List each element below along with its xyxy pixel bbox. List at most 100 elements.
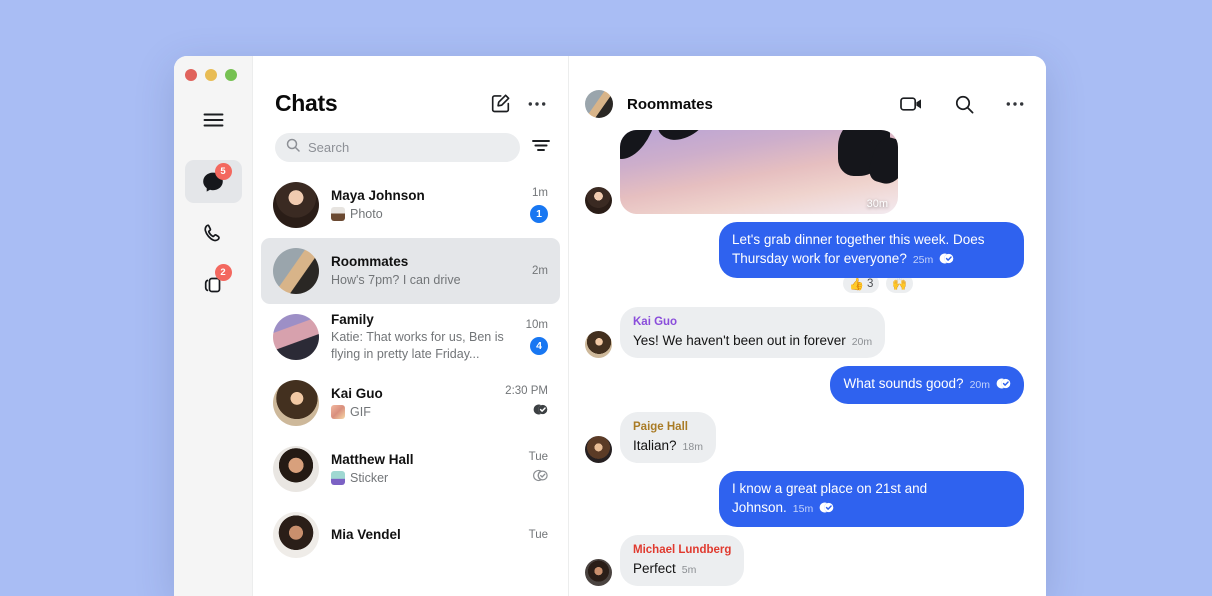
preview-thumbnail-icon xyxy=(331,207,345,222)
message-sender: Kai Guo xyxy=(633,316,678,329)
rail-item-stories[interactable]: 2 xyxy=(185,263,242,303)
message-row-outgoing: I know a great place on 21st and Johnson… xyxy=(585,470,1024,527)
message-row-michael-lundberg: Michael Lundberg Perfect 5m xyxy=(585,534,1024,587)
message-row-outgoing: Let's grab dinner together this week. Do… xyxy=(719,222,1024,279)
search-row xyxy=(253,117,568,162)
page-title: Chats xyxy=(275,90,338,116)
maximize-button[interactable] xyxy=(225,69,237,81)
message-row-paige-hall: Paige Hall Italian? 18m xyxy=(585,411,1024,463)
preview-text: Katie: That works for us, Ben is flying … xyxy=(331,330,504,362)
conversation-name: Kai Guo xyxy=(331,386,383,402)
conversation-preview: Katie: That works for us, Ben is flying … xyxy=(331,329,508,363)
thread-title: Roommates xyxy=(627,95,713,113)
search-input[interactable] xyxy=(308,140,509,155)
message-bubble[interactable]: Michael Lundberg Perfect 5m xyxy=(620,534,745,587)
reaction-count: 3 xyxy=(866,277,874,290)
message-row-kai-guo: Kai Guo Yes! We haven't been out in fore… xyxy=(585,307,1024,359)
message-bubble[interactable]: Paige Hall Italian? 18m xyxy=(620,411,716,463)
unread-badge: 1 xyxy=(530,205,548,223)
filter-icon[interactable] xyxy=(532,139,550,157)
phone-icon xyxy=(202,222,224,244)
raised-hands-icon: 🙌 xyxy=(892,276,908,291)
conversation-time: Tue xyxy=(528,529,548,541)
conversation-item-roommates[interactable]: Roommates How's 7pm? I can drive 2m xyxy=(261,238,560,304)
rail-item-calls[interactable] xyxy=(185,213,242,253)
compose-pencil-icon[interactable] xyxy=(490,93,511,114)
avatar[interactable] xyxy=(585,90,613,118)
close-button[interactable] xyxy=(185,69,197,81)
conversation-time: Tue xyxy=(528,451,548,463)
message-time: 25m xyxy=(912,254,934,267)
message-row-photo: 30m xyxy=(585,130,1024,214)
message-time: 15m xyxy=(792,502,814,515)
thread-header: Roommates xyxy=(569,56,1046,118)
thread-more-icon[interactable] xyxy=(1006,101,1024,107)
message-text: Yes! We haven't been out in forever xyxy=(633,333,846,349)
message-sender: Michael Lundberg xyxy=(633,543,732,556)
chats-unread-badge: 5 xyxy=(214,163,232,180)
read-receipt-icon xyxy=(937,251,954,270)
message-text: What sounds good? xyxy=(843,376,964,392)
stories-badge: 2 xyxy=(214,264,232,281)
message-bubble[interactable]: I know a great place on 21st and Johnson… xyxy=(719,470,1024,527)
window-traffic-lights xyxy=(185,69,237,81)
avatar xyxy=(585,435,612,463)
message-list: 30m Let's grab dinner together this week… xyxy=(569,118,1046,596)
conversation-name: Family xyxy=(331,312,374,328)
preview-text: GIF xyxy=(350,404,371,419)
photo-attachment[interactable]: 30m xyxy=(620,130,898,214)
minimize-button[interactable] xyxy=(205,69,217,81)
thread-panel: Roommates 30m Let's grab dinner together… xyxy=(569,56,1046,596)
message-sender: Paige Hall xyxy=(633,420,688,433)
rail-item-chats[interactable]: 5 xyxy=(184,160,242,203)
avatar xyxy=(585,331,612,359)
conversation-item-maya-johnson[interactable]: Maya Johnson Photo 1m 1 xyxy=(261,172,560,238)
preview-text: Sticker xyxy=(350,470,389,485)
conversation-time: 10m xyxy=(525,319,548,331)
preview-text: How's 7pm? I can drive xyxy=(331,272,461,287)
hamburger-menu-icon xyxy=(203,112,224,128)
photo-timestamp: 30m xyxy=(866,198,888,210)
search-box[interactable] xyxy=(275,133,520,162)
conversation-preview: Sticker xyxy=(331,470,511,487)
thumbs-up-icon: 👍 xyxy=(849,276,864,291)
conversation-item-matthew-hall[interactable]: Matthew Hall Sticker Tue xyxy=(261,436,560,502)
conversation-preview: GIF xyxy=(331,404,487,421)
read-receipt-icon xyxy=(531,403,548,421)
conversation-item-family[interactable]: Family Katie: That works for us, Ben is … xyxy=(261,304,560,370)
conversation-name: Mia Vendel xyxy=(331,526,401,542)
conversation-time: 2m xyxy=(532,265,548,277)
avatar xyxy=(273,248,319,294)
message-time: 20m xyxy=(969,379,990,392)
rail-nav: 5 2 xyxy=(174,100,252,307)
conversation-item-mia-vendel[interactable]: Mia Vendel Tue xyxy=(261,502,560,568)
avatar xyxy=(273,512,319,558)
chat-list-panel: Chats Search Maya Johnson Photo 1m 1 Roo… xyxy=(253,56,569,596)
avatar xyxy=(273,182,319,228)
icon-rail: 5 2 xyxy=(174,56,253,596)
delivered-receipt-icon xyxy=(531,469,548,487)
rail-item-menu[interactable] xyxy=(185,100,242,140)
message-text: Italian? xyxy=(633,437,677,453)
message-bubble[interactable]: Let's grab dinner together this week. Do… xyxy=(719,222,1024,279)
conversation-item-kai-guo[interactable]: Kai Guo GIF 2:30 PM xyxy=(261,370,560,436)
conversation-name: Matthew Hall xyxy=(331,452,414,468)
conversation-list: Maya Johnson Photo 1m 1 Roommates How's … xyxy=(253,162,568,568)
conversation-preview: Photo xyxy=(331,206,512,223)
preview-thumbnail-icon xyxy=(331,405,345,420)
message-row-outgoing: What sounds good? 20m xyxy=(585,366,1024,404)
message-bubble[interactable]: Kai Guo Yes! We haven't been out in fore… xyxy=(620,307,886,359)
conversation-name: Maya Johnson xyxy=(331,188,425,204)
chat-list-more-icon[interactable] xyxy=(528,101,546,107)
message-bubble[interactable]: What sounds good? 20m xyxy=(830,366,1024,404)
message-time: 5m xyxy=(681,563,697,576)
thread-search-icon[interactable] xyxy=(955,95,974,114)
avatar xyxy=(585,187,612,214)
avatar xyxy=(273,314,319,360)
read-receipt-icon xyxy=(817,500,834,519)
preview-thumbnail-icon xyxy=(331,471,345,486)
video-camera-icon[interactable] xyxy=(900,96,923,112)
message-time: 18m xyxy=(682,440,703,453)
message-text: Perfect xyxy=(633,560,676,576)
read-receipt-icon xyxy=(994,376,1011,395)
